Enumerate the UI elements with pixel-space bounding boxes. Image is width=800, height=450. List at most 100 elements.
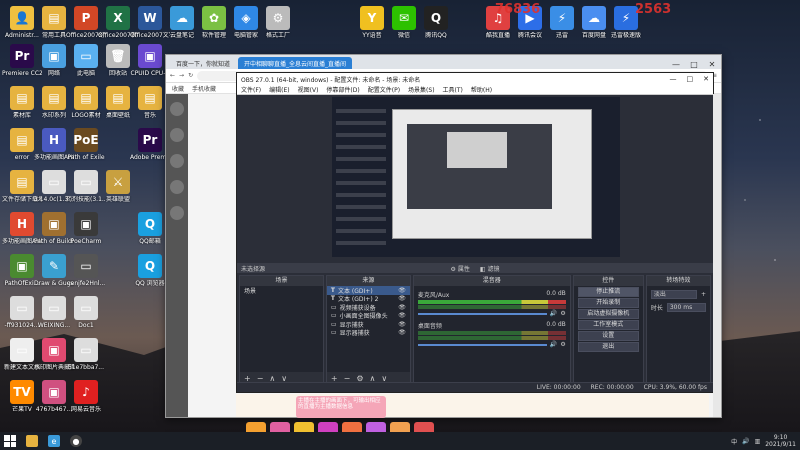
source-item[interactable]: T 文本 (GDI+) 2 👁 [327, 295, 410, 303]
properties-button[interactable]: ⚙ 属性 [451, 264, 470, 273]
obs-menu-item[interactable]: 视图(V) [298, 85, 319, 94]
source-item[interactable]: ▭ 显示捕获 👁 [327, 320, 410, 329]
app-icon: ▣ [42, 44, 66, 68]
obs-menu-bar: 文件(F) 编辑(E) 视图(V) 停靠部件(D) 配置文件(P) 场景集(S) 工具(T)… [237, 85, 713, 95]
maximize-button[interactable]: □ [685, 60, 703, 69]
duration-label: 时长 [650, 305, 663, 312]
desktop-icon[interactable]: ⚔ 英雄联盟 [98, 170, 138, 203]
windows-start-icon[interactable] [4, 435, 16, 447]
desktop-icon[interactable]: ▣ CPUID CPU-Z [130, 44, 170, 77]
gear-icon[interactable]: ⚙ [560, 341, 565, 348]
add-icon[interactable]: + [701, 291, 706, 298]
obs-menu-item[interactable]: 配置文件(P) [368, 85, 400, 94]
browser-icon[interactable]: e [48, 435, 60, 447]
transition-select[interactable]: 淡出 [650, 290, 697, 299]
minimize-button[interactable]: — [667, 60, 685, 69]
app-icon: 👤 [10, 6, 34, 30]
control-button[interactable]: 启动虚拟摄像机 [577, 309, 639, 319]
rail-icon[interactable] [170, 128, 184, 142]
app-icon: ⚙ [266, 6, 290, 30]
source-item[interactable]: T 文本 (GDI+) 👁 [326, 286, 410, 295]
obs-preview[interactable] [332, 97, 620, 257]
network-icon[interactable]: ▥ [755, 438, 761, 445]
desktop-icon[interactable]: Q QQ 浏览器 [130, 254, 170, 287]
desktop-icon[interactable]: Q 腾讯QQ [416, 6, 456, 39]
live-room-footer: 主播在主播的画面下，可输出相应的直播为主播数据信息 [236, 394, 709, 438]
filters-button[interactable]: ◧ 滤镜 [480, 264, 500, 273]
obs-menu-item[interactable]: 场景集(S) [408, 85, 435, 94]
forward-icon[interactable]: → [179, 72, 184, 79]
desktop-icon[interactable]: ⚙ 格式工厂 [258, 6, 298, 39]
source-item[interactable]: ▭ 小画面全图摄像头 👁 [327, 312, 410, 320]
obs-menu-item[interactable]: 停靠部件(D) [326, 85, 359, 94]
refresh-icon[interactable]: ↻ [188, 72, 193, 79]
mixer-track: 桌面音频 0.0 dB 🔊 ⚙ [417, 321, 566, 348]
speaker-icon[interactable]: 🔊 [550, 310, 557, 317]
obs-menu-item[interactable]: 编辑(E) [269, 85, 289, 94]
source-item[interactable]: ▭ 视频捕获设备 👁 [327, 303, 410, 312]
close-button[interactable]: ✕ [703, 60, 721, 69]
control-button[interactable]: 开始录制 [577, 298, 639, 308]
visibility-icon[interactable]: 👁 [398, 312, 406, 319]
desktop-icon[interactable]: ▭ Doc1 [66, 296, 106, 329]
transition-duration-row: 时长 300 ms [650, 303, 707, 312]
control-button[interactable]: 工作室模式 [577, 320, 639, 330]
tab-baidu[interactable]: 百度一下，你就知道 [170, 57, 236, 69]
promo-banner[interactable]: 主播在主播的画面下，可输出相应的直播为主播数据信息 [296, 396, 386, 418]
volume-slider[interactable] [417, 312, 547, 315]
obs-menu-item[interactable]: 文件(F) [241, 85, 261, 94]
close-button[interactable]: ✕ [703, 75, 709, 83]
app-icon: ▤ [10, 170, 34, 194]
app-icon: H [10, 212, 34, 236]
control-button[interactable]: 设置 [577, 331, 639, 341]
file-explorer-icon[interactable] [26, 435, 38, 447]
visibility-icon[interactable]: 👁 [398, 287, 406, 294]
page-content: 主播在主播的画面下，可输出相应的直播为主播数据信息 OBS 27.0.1 (64… [166, 72, 721, 438]
desktop-icon[interactable]: ▣ PoeCharm [66, 212, 106, 245]
desktop-icon-label: Path of Exile [67, 154, 105, 161]
obs-icon[interactable]: ● [70, 435, 82, 447]
duration-input[interactable]: 300 ms [666, 303, 707, 312]
speaker-icon[interactable]: 🔊 [550, 341, 557, 348]
minimize-button[interactable]: — [670, 75, 677, 83]
visibility-icon[interactable]: 👁 [398, 304, 406, 311]
desktop-icon[interactable]: ♪ 网易云音乐 [66, 380, 106, 413]
app-icon: ◈ [234, 6, 258, 30]
obs-docks: 场景 场景 + − ∧ ∨ 来源 T 文本 (GDI+) 👁 T 文本 (GDI+) 2 👁 ▭ 视… [237, 275, 713, 385]
desktop-icon[interactable]: ▭ 51e7bba7... [66, 338, 106, 371]
no-source-label: 未选择源 [241, 265, 266, 273]
visibility-icon[interactable]: 👁 [398, 295, 406, 302]
visibility-icon[interactable]: 👁 [398, 329, 406, 336]
page-scrollbar[interactable] [713, 94, 721, 417]
desktop-icon[interactable]: PoE Path of Exile [66, 128, 106, 161]
desktop-icon[interactable]: ▤ 音乐 [130, 86, 170, 119]
volume-icon[interactable]: 🔊 [742, 438, 749, 445]
clock[interactable]: 9:10 2021/9/11 [765, 434, 796, 448]
desktop-icon[interactable]: Pr Adobe Premie... [130, 128, 170, 161]
volume-slider[interactable] [417, 343, 547, 346]
transitions-panel: 转场特效 淡出 + 时长 300 ms [645, 275, 712, 385]
page-left-rail [166, 94, 188, 417]
back-icon[interactable]: ← [170, 72, 175, 79]
maximize-button[interactable]: □ [687, 75, 694, 83]
app-icon: ▣ [10, 254, 34, 278]
rail-icon[interactable] [170, 102, 184, 116]
gear-icon[interactable]: ⚙ [560, 310, 565, 317]
control-button[interactable]: 停止推流 [577, 287, 639, 297]
bookmark-item[interactable]: 收藏 [172, 84, 184, 93]
desktop-icon[interactable]: Q QQ邮箱 [130, 212, 170, 245]
visibility-icon[interactable]: 👁 [398, 321, 406, 328]
rail-icon[interactable] [170, 154, 184, 168]
desktop-icon-label: 51e7bba7... [68, 364, 104, 371]
desktop-icon[interactable]: ▭ genjfe2Hnl... [66, 254, 106, 287]
obs-menu-item[interactable]: 工具(T) [443, 85, 463, 94]
obs-menu-item[interactable]: 帮助(H) [471, 85, 492, 94]
control-button[interactable]: 退出 [577, 342, 639, 352]
ime-indicator[interactable]: 中 [731, 437, 737, 446]
scene-item[interactable]: 场景 [240, 286, 323, 295]
bookmark-item[interactable]: 手机收藏 [192, 84, 216, 93]
rail-icon[interactable] [170, 206, 184, 220]
rail-icon[interactable] [170, 180, 184, 194]
tab-live-room[interactable]: 开中相聊聊直播_全息云间直播_直播间 [238, 57, 353, 69]
source-item[interactable]: ▭ 显示器捕获 👁 [327, 329, 410, 337]
